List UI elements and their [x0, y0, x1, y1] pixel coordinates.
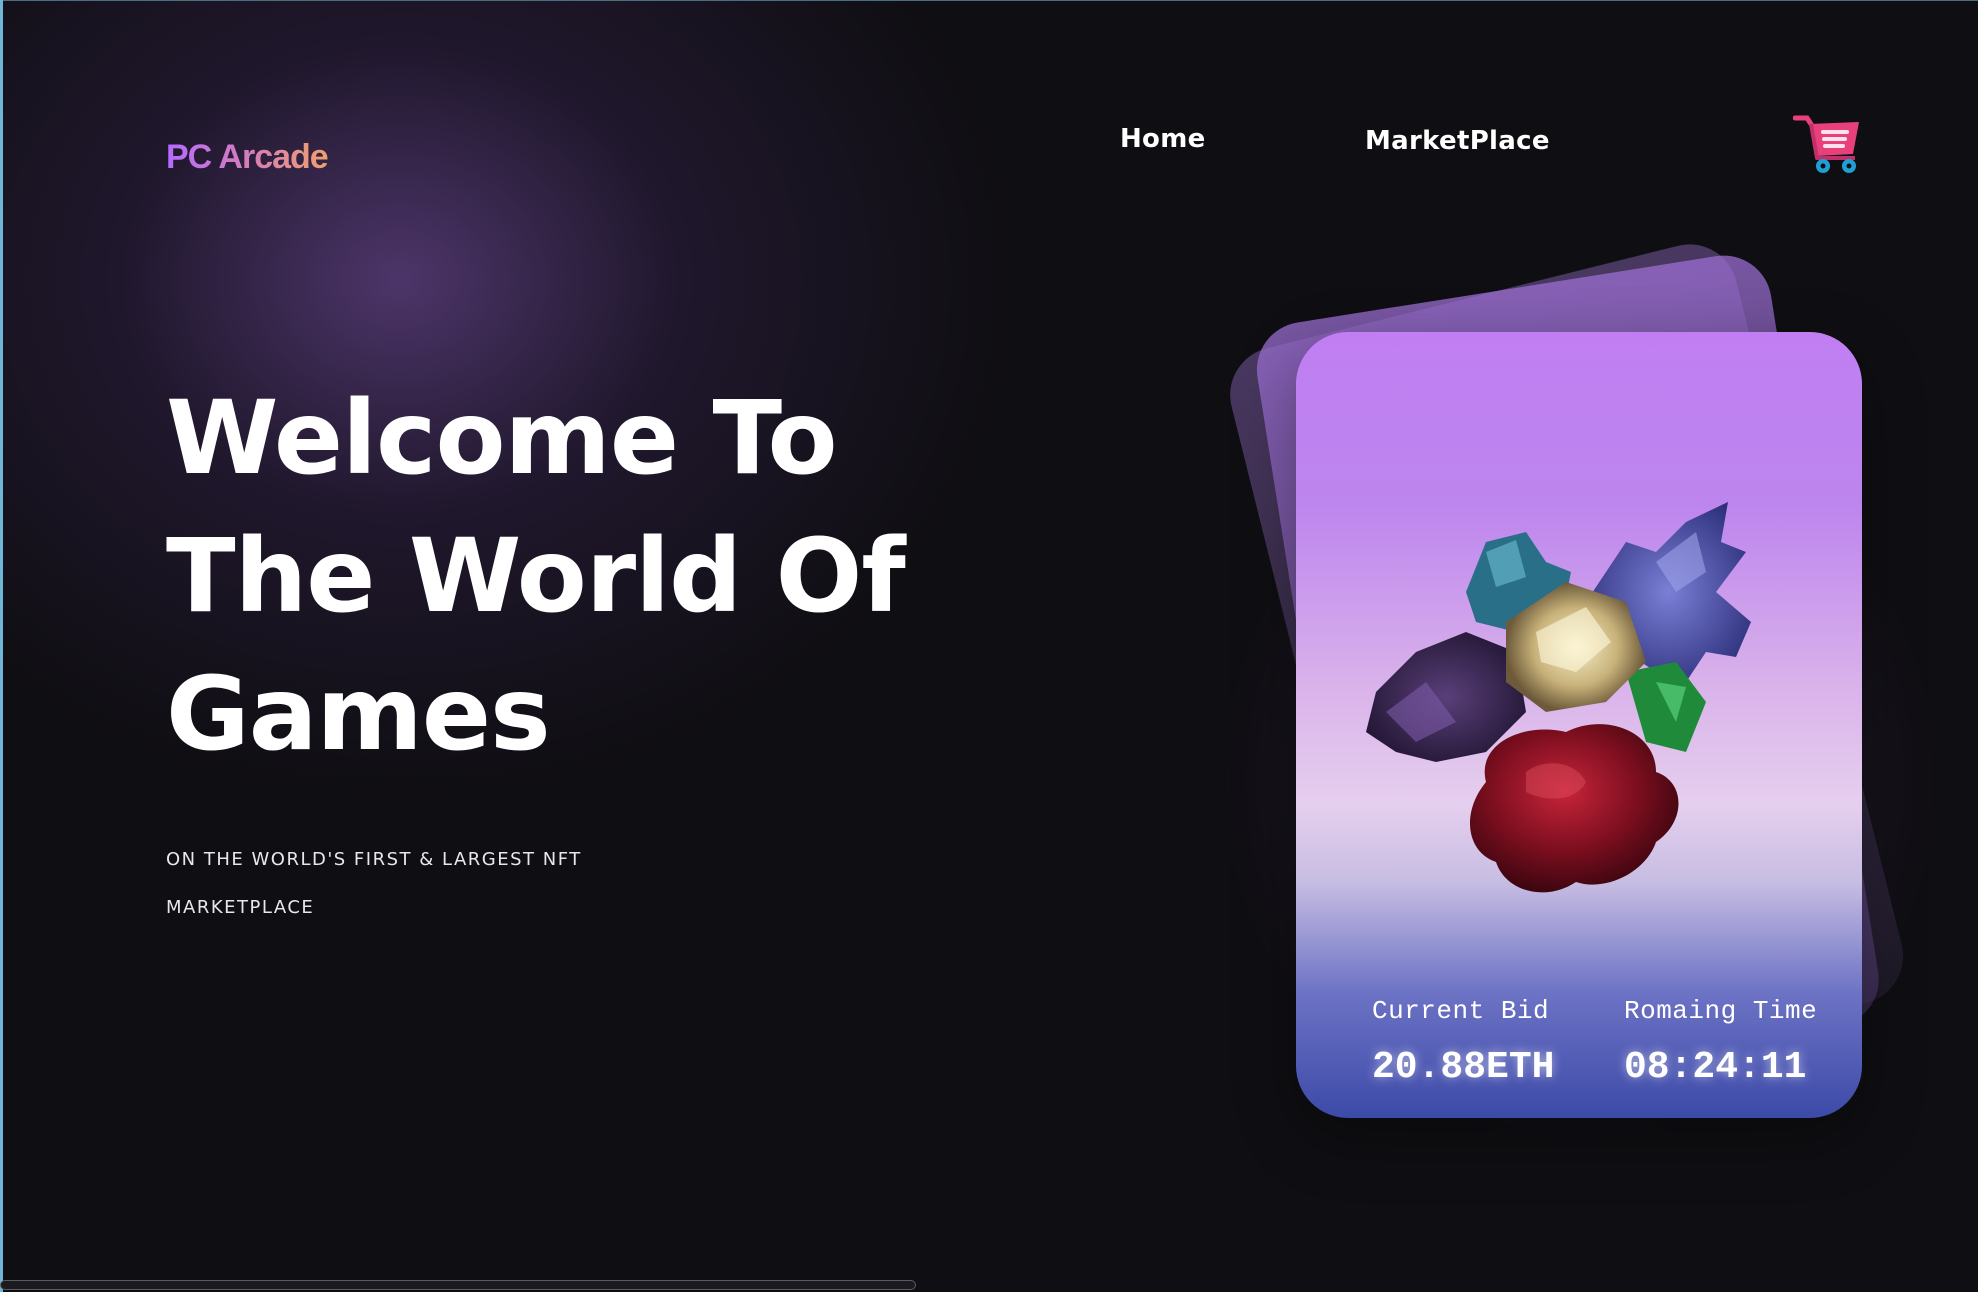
nav-home-link[interactable]: Home: [1120, 124, 1206, 154]
hero-subtitle: ON THE WORLD'S FIRST & LARGEST NFT MARKE…: [166, 836, 626, 932]
brand-logo[interactable]: PC Arcade: [166, 138, 329, 177]
window-left-border: [0, 0, 3, 1292]
shopping-cart-icon[interactable]: [1792, 112, 1863, 174]
horizontal-scrollbar[interactable]: [0, 1280, 916, 1290]
hero-title-line: Games: [166, 655, 551, 774]
remaining-time-label: Romaing Time: [1624, 996, 1818, 1026]
nft-crystal-image: [1366, 502, 1751, 893]
hero-title: Welcome To The World Of Games: [166, 370, 966, 784]
nft-card[interactable]: Current Bid Romaing Time 20.88ETH 08:24:…: [1296, 332, 1862, 1118]
current-bid-label: Current Bid: [1372, 996, 1550, 1026]
hero-title-line: Welcome To: [166, 379, 838, 498]
hero-subtitle-line: MARKETPLACE: [166, 897, 315, 918]
remaining-time-value: 08:24:11: [1624, 1046, 1807, 1089]
nav-marketplace-link[interactable]: MarketPlace: [1365, 126, 1550, 156]
window-top-border: [0, 0, 1978, 1]
hero-title-line: The World Of: [166, 517, 906, 636]
current-bid-value: 20.88ETH: [1372, 1046, 1555, 1089]
hero-subtitle-line: ON THE WORLD'S FIRST & LARGEST NFT: [166, 849, 582, 870]
